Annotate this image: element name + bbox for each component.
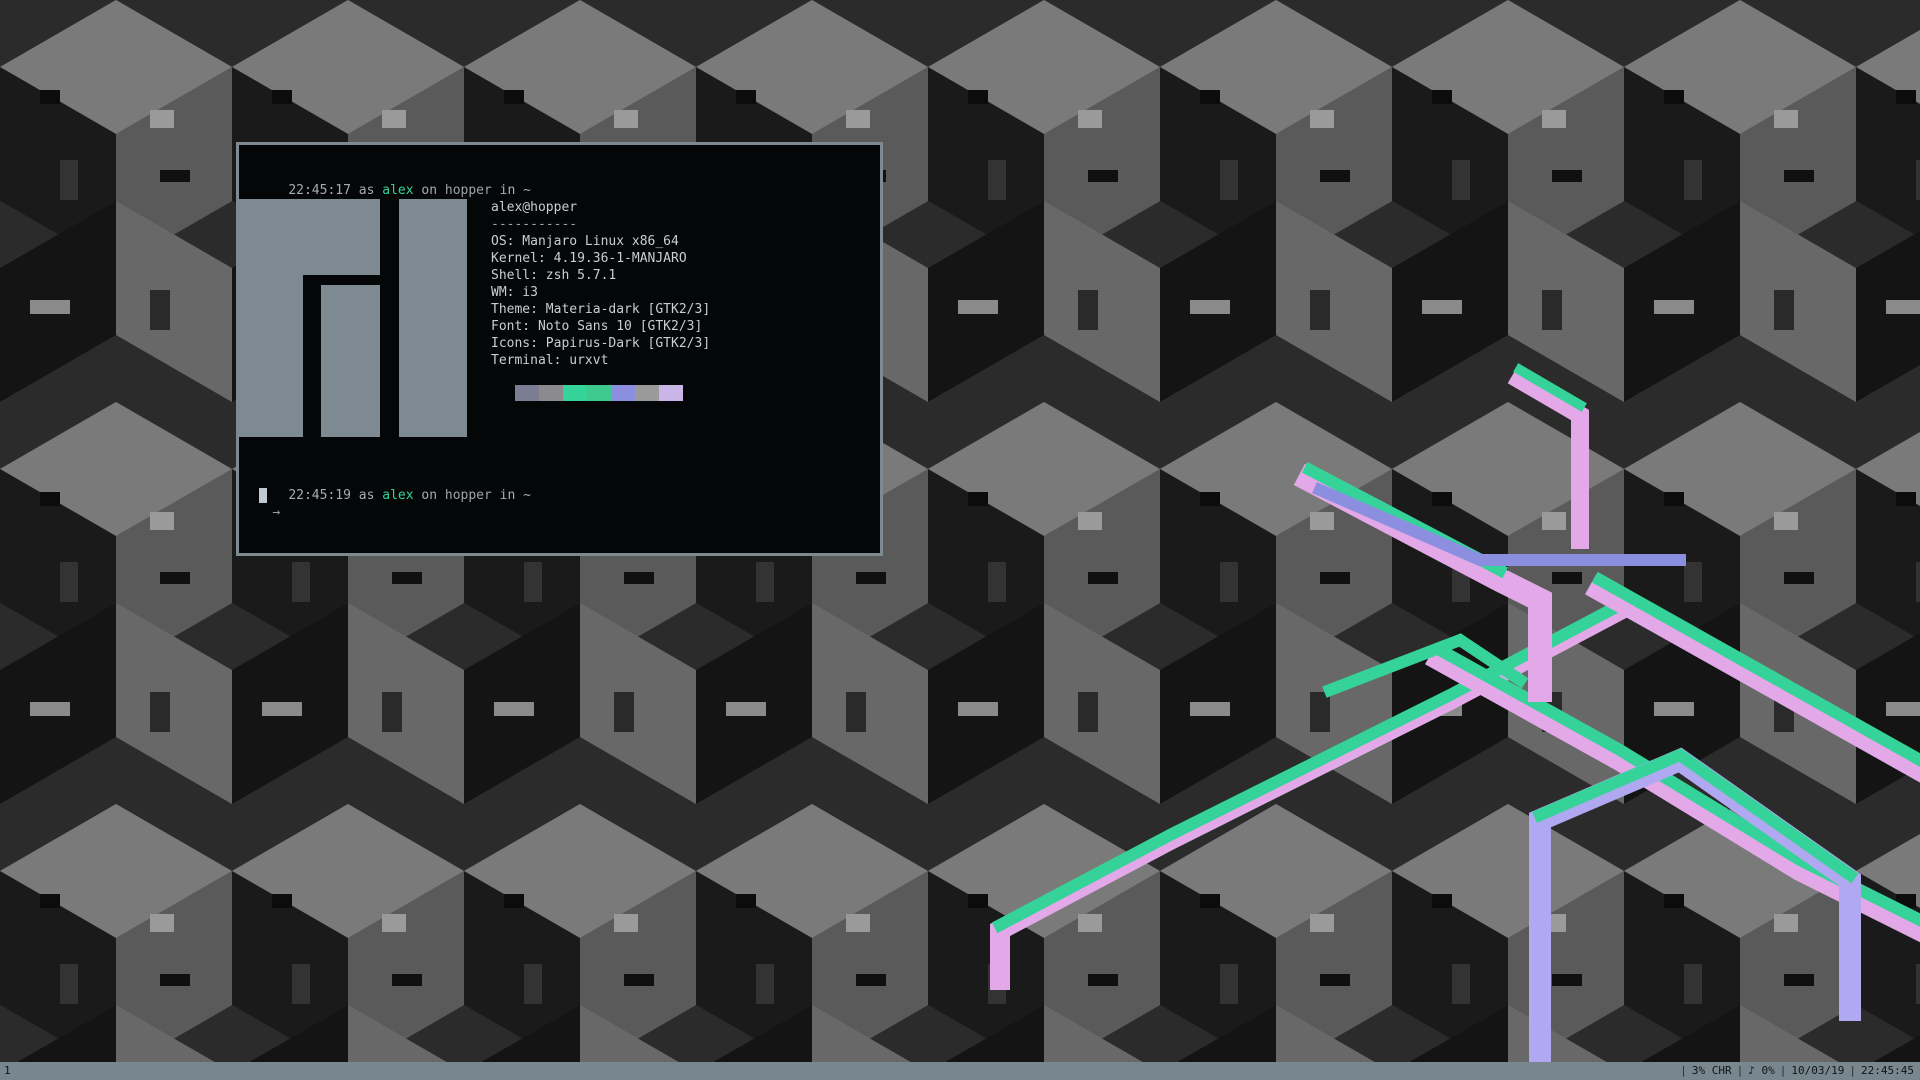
divider: |: [1779, 1064, 1787, 1077]
palette-swatch: [587, 385, 611, 401]
terminal-window[interactable]: 22:45:17 as alex on hopper in ~ → neofet…: [236, 142, 883, 556]
info-font: Font: Noto Sans 10 [GTK2/3]: [491, 319, 703, 334]
prompt-host: hopper: [444, 488, 492, 503]
palette-swatch: [539, 385, 563, 401]
info-kernel: Kernel: 4.19.36-1-MANJARO: [491, 251, 687, 266]
prompt-arrow-icon: →: [272, 505, 281, 520]
divider: |: [1680, 1064, 1687, 1077]
prompt-host: hopper: [444, 183, 492, 198]
status-bar: 1 | 3% CHR | ♪ 0% | 10/03/19 | 22:45:45: [0, 1062, 1920, 1080]
info-os: OS: Manjaro Linux x86_64: [491, 234, 679, 249]
info-icons: Icons: Papirus-Dark [GTK2/3]: [491, 336, 711, 351]
volume-status[interactable]: ♪ 0%: [1748, 1064, 1775, 1077]
divider: |: [1849, 1064, 1857, 1077]
palette-swatch: [659, 385, 683, 401]
date-status: 10/03/19: [1791, 1064, 1845, 1077]
prompt-on: on: [421, 183, 438, 198]
status-bar-right: | 3% CHR | ♪ 0% | 10/03/19 | 22:45:45: [1675, 1062, 1914, 1080]
prompt-as: as: [358, 183, 375, 198]
prompt-dir: ~: [523, 183, 531, 198]
text-cursor[interactable]: [259, 488, 267, 503]
prompt-in: in: [499, 488, 516, 503]
prompt-user: alex: [382, 183, 414, 198]
workspace-button[interactable]: 1: [4, 1062, 11, 1080]
info-theme: Theme: Materia-dark [GTK2/3]: [491, 302, 711, 317]
palette-swatch: [563, 385, 587, 401]
info-shell: Shell: zsh 5.7.1: [491, 268, 617, 283]
info-userhost: alex@hopper: [491, 200, 578, 215]
palette-swatch: [515, 385, 539, 401]
cpu-status: 3% CHR: [1691, 1064, 1732, 1077]
prompt-as: as: [358, 488, 375, 503]
prompt-line-2: 22:45:19 as alex on hopper in ~: [257, 470, 531, 521]
divider: |: [1736, 1064, 1744, 1077]
prompt-on: on: [421, 488, 438, 503]
palette-swatch: [635, 385, 659, 401]
info-terminal: Terminal: urxvt: [491, 353, 609, 368]
manjaro-logo-icon: [239, 199, 467, 437]
prompt-time: 22:45:19: [288, 488, 351, 503]
info-wm: WM: i3: [491, 285, 538, 300]
prompt-user: alex: [382, 488, 414, 503]
prompt-in: in: [499, 183, 516, 198]
prompt-dir: ~: [523, 488, 531, 503]
info-separator: -----------: [491, 217, 578, 232]
clock-status: 22:45:45: [1861, 1064, 1914, 1077]
palette-swatch: [611, 385, 635, 401]
